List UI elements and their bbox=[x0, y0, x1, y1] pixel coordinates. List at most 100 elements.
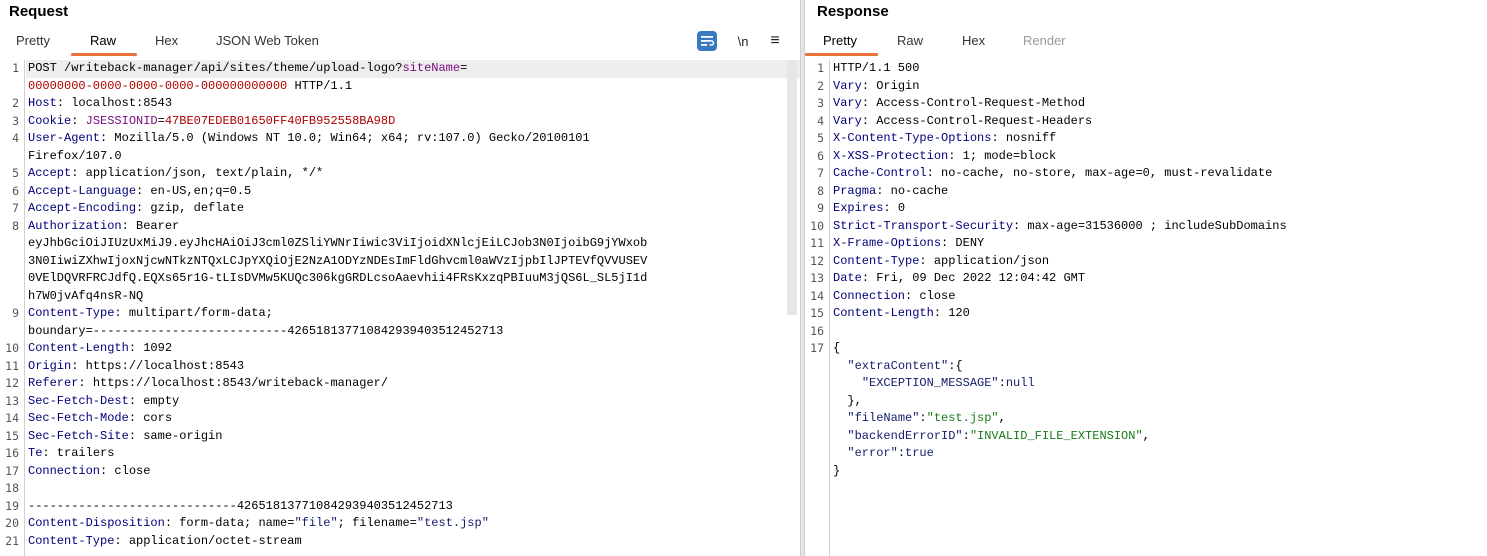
code-line[interactable]: Vary: Access-Control-Request-Headers bbox=[831, 113, 1487, 131]
code-line[interactable]: Strict-Transport-Security: max-age=31536… bbox=[831, 218, 1487, 236]
code-line[interactable]: Expires: 0 bbox=[831, 200, 1487, 218]
code-token: "extraContent" bbox=[847, 358, 949, 373]
line-number: 8 bbox=[12, 218, 19, 233]
code-line[interactable]: Content-Length: 120 bbox=[831, 305, 1487, 323]
code-line[interactable]: Accept-Encoding: gzip, deflate bbox=[26, 200, 800, 218]
code-token: , bbox=[1142, 428, 1150, 443]
line-number: 18 bbox=[5, 481, 19, 495]
tab-hex[interactable]: Hex bbox=[155, 33, 178, 48]
line-number: 1 bbox=[12, 61, 19, 75]
code-line[interactable]: 0VElDQVRFRCJdfQ.EQXs65r1G-tLIsDVMw5KUQc3… bbox=[26, 270, 800, 288]
code-token: : Access-Control-Request-Method bbox=[861, 96, 1086, 110]
code-line[interactable]: Cookie: JSESSIONID=47BE07EDEB01650FF40FB… bbox=[26, 113, 800, 131]
code-token: = bbox=[157, 113, 165, 128]
code-line[interactable]: h7W0jvAfq4nsR-NQ bbox=[26, 288, 800, 306]
tab-raw[interactable]: Raw bbox=[897, 33, 923, 48]
code-line[interactable]: Content-Length: 1092 bbox=[26, 340, 800, 358]
tab-render[interactable]: Render bbox=[1023, 33, 1066, 48]
word-wrap-icon[interactable] bbox=[697, 31, 717, 51]
code-line[interactable]: Cache-Control: no-cache, no-store, max-a… bbox=[831, 165, 1487, 183]
code-token: : bbox=[962, 428, 970, 443]
code-token: Sec-Fetch-Dest bbox=[28, 393, 129, 408]
code-line[interactable]: Pragma: no-cache bbox=[831, 183, 1487, 201]
code-token: true bbox=[905, 446, 934, 460]
code-line[interactable]: X-Frame-Options: DENY bbox=[831, 235, 1487, 253]
code-line[interactable]: Vary: Origin bbox=[831, 78, 1487, 96]
code-token: "backendErrorID" bbox=[847, 428, 963, 443]
request-scrollbar[interactable] bbox=[787, 60, 797, 315]
newline-toggle-button[interactable]: \n bbox=[733, 31, 753, 51]
line-number: 7 bbox=[817, 166, 824, 180]
code-token: : 1; mode=block bbox=[948, 148, 1057, 163]
code-line[interactable]: -----------------------------42651813771… bbox=[26, 498, 800, 516]
tab-raw[interactable]: Raw bbox=[90, 33, 116, 48]
code-token: } bbox=[833, 463, 841, 478]
code-token: h7W0jvAfq4nsR-NQ bbox=[28, 288, 144, 303]
code-line[interactable]: "extraContent":{ bbox=[831, 358, 1487, 376]
code-line[interactable]: { bbox=[831, 340, 1487, 358]
code-line[interactable]: "backendErrorID":"INVALID_FILE_EXTENSION… bbox=[831, 428, 1487, 446]
code-line[interactable]: boundary=---------------------------4265… bbox=[26, 323, 800, 341]
code-line[interactable]: eyJhbGciOiJIUzUxMiJ9.eyJhcHAiOiJ3cml0ZSl… bbox=[26, 235, 800, 253]
code-line[interactable]: 00000000-0000-0000-0000-000000000000 HTT… bbox=[26, 78, 800, 96]
code-line[interactable]: POST /writeback-manager/api/sites/theme/… bbox=[26, 60, 800, 78]
code-token: Authorization bbox=[28, 218, 122, 233]
code-line[interactable]: Te: trailers bbox=[26, 445, 800, 463]
code-line[interactable]: Connection: close bbox=[831, 288, 1487, 306]
code-token: Accept-Encoding bbox=[28, 201, 137, 215]
code-token: { bbox=[833, 341, 841, 355]
tab-pretty[interactable]: Pretty bbox=[16, 33, 50, 48]
code-line[interactable]: Sec-Fetch-Site: same-origin bbox=[26, 428, 800, 446]
line-number: 12 bbox=[810, 253, 824, 268]
code-line[interactable]: X-Content-Type-Options: nosniff bbox=[831, 130, 1487, 148]
code-line[interactable]: Accept-Language: en-US,en;q=0.5 bbox=[26, 183, 800, 201]
code-line[interactable]: }, bbox=[831, 393, 1487, 411]
code-line[interactable]: Referer: https://localhost:8543/writebac… bbox=[26, 375, 800, 393]
code-line[interactable]: Sec-Fetch-Mode: cors bbox=[26, 410, 800, 428]
code-token: : DENY bbox=[941, 236, 985, 250]
code-token: : close bbox=[905, 288, 956, 303]
code-line[interactable]: X-XSS-Protection: 1; mode=block bbox=[831, 148, 1487, 166]
code-line[interactable]: Host: localhost:8543 bbox=[26, 95, 800, 113]
code-line[interactable]: Content-Disposition: form-data; name="fi… bbox=[26, 515, 800, 533]
code-token: Accept bbox=[28, 166, 72, 180]
code-line[interactable]: "fileName":"test.jsp", bbox=[831, 410, 1487, 428]
code-line[interactable]: 3N0IiwiZXhwIjoxNjcwNTkzNTQxLCJpYXQiOjE2N… bbox=[26, 253, 800, 271]
tab-hex[interactable]: Hex bbox=[962, 33, 985, 48]
code-line[interactable]: "EXCEPTION_MESSAGE":null bbox=[831, 375, 1487, 393]
code-line[interactable]: } bbox=[831, 463, 1487, 481]
code-line[interactable]: "error":true bbox=[831, 445, 1487, 463]
code-line[interactable]: Content-Type: application/json bbox=[831, 253, 1487, 271]
code-line[interactable]: Accept: application/json, text/plain, */… bbox=[26, 165, 800, 183]
code-token: : Bearer bbox=[121, 218, 180, 233]
line-number: 3 bbox=[12, 113, 19, 128]
code-line[interactable]: Sec-Fetch-Dest: empty bbox=[26, 393, 800, 411]
line-number: 4 bbox=[817, 113, 824, 128]
code-line[interactable]: Vary: Access-Control-Request-Method bbox=[831, 95, 1487, 113]
line-number: 13 bbox=[5, 393, 19, 408]
request-editor[interactable]: 1 2 3 4 5 6 7 8 9 10 11 12 13 14 15 16 17 18 19 20 21 POST /… bbox=[0, 60, 800, 556]
response-pane: Response Pretty Raw Hex Render 123456789… bbox=[805, 0, 1487, 556]
code-line[interactable]: User-Agent: Mozilla/5.0 (Windows NT 10.0… bbox=[26, 130, 800, 148]
code-line[interactable]: Origin: https://localhost:8543 bbox=[26, 358, 800, 376]
code-token: 47BE07EDEB01650FF40FB952558BA98D bbox=[164, 113, 396, 128]
menu-icon[interactable]: ≡ bbox=[765, 31, 785, 51]
code-line[interactable]: Authorization: Bearer bbox=[26, 218, 800, 236]
tab-pretty[interactable]: Pretty bbox=[823, 33, 857, 48]
code-line[interactable]: HTTP/1.1 500 bbox=[831, 60, 1487, 78]
code-line[interactable]: Content-Type: application/octet-stream bbox=[26, 533, 800, 551]
line-number: 14 bbox=[810, 288, 824, 303]
code-line[interactable]: Date: Fri, 09 Dec 2022 12:04:42 GMT bbox=[831, 270, 1487, 288]
tab-json-web-token[interactable]: JSON Web Token bbox=[216, 33, 319, 48]
code-token: -----------------------------42651813771… bbox=[28, 498, 453, 513]
code-token: Firefox/107.0 bbox=[28, 148, 122, 163]
code-line[interactable]: Connection: close bbox=[26, 463, 800, 481]
code-line[interactable]: Firefox/107.0 bbox=[26, 148, 800, 166]
response-editor[interactable]: 1 2 3 4 5 6 7 8 9 10 11 12 13 14 15 16 17 HTTP/1.1 500 Va… bbox=[805, 60, 1487, 556]
code-line[interactable]: Content-Type: multipart/form-data; bbox=[26, 305, 800, 323]
line-number: 12 bbox=[5, 376, 19, 390]
code-token: Vary bbox=[833, 78, 862, 93]
line-number: 17 bbox=[810, 341, 824, 355]
